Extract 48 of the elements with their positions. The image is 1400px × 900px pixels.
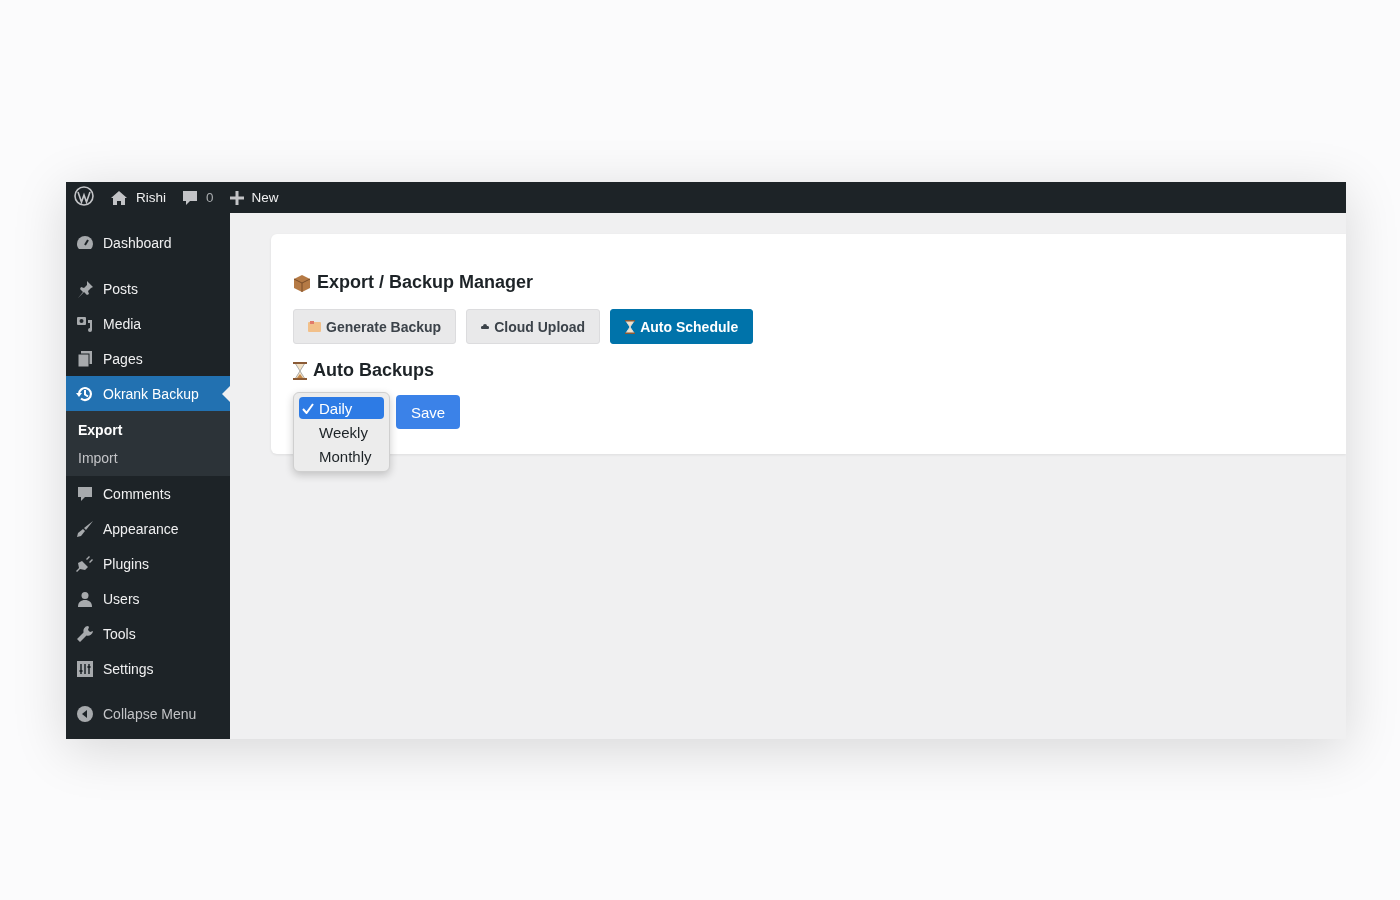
tab-button[interactable]: Generate Backup (293, 309, 457, 344)
sidebar-item[interactable]: Appearance (66, 511, 230, 546)
sidebar-item[interactable]: Dashboard (66, 225, 230, 260)
media-icon (76, 314, 94, 333)
dropdown-option[interactable]: Weekly (299, 421, 384, 443)
sidebar-item[interactable]: Settings (66, 651, 230, 686)
sidebar-item[interactable]: Okrank Backup (66, 376, 230, 411)
sliders-icon (77, 660, 93, 677)
cloud-icon (481, 324, 490, 329)
plug-icon (76, 554, 94, 573)
collapse-menu-link[interactable]: Collapse Menu (103, 706, 197, 722)
page-title: Export / Backup Manager (317, 272, 534, 293)
dropdown-option[interactable]: Daily (299, 397, 384, 419)
check-icon (302, 402, 314, 414)
sidebar-item[interactable]: Pages (66, 341, 230, 376)
hourglass-icon (293, 361, 307, 380)
sidebar-item[interactable]: Tools (66, 616, 230, 651)
wrench-icon (76, 624, 94, 643)
comment-icon (182, 189, 198, 206)
pin-icon (76, 279, 94, 298)
tab-button[interactable]: Auto Schedule (610, 309, 754, 344)
sidebar-item[interactable]: Media (66, 306, 230, 341)
home-icon (110, 189, 128, 206)
history-icon (76, 384, 94, 403)
sidebar-item[interactable]: Plugins (66, 546, 230, 581)
save-button[interactable]: Save (396, 395, 461, 429)
user-icon (77, 590, 93, 607)
comment-count[interactable]: 0 (206, 190, 214, 205)
tab-button[interactable]: Cloud Upload (466, 309, 601, 344)
dropdown-option[interactable]: Monthly (299, 445, 384, 467)
package-icon (293, 273, 311, 292)
collapse-icon (76, 705, 94, 723)
plus-icon (229, 190, 244, 205)
comment-icon (77, 485, 93, 502)
submenu-item[interactable]: Export (66, 416, 230, 444)
pages-icon (77, 349, 93, 368)
sidebar-item[interactable]: Users (66, 581, 230, 616)
admin-bar-link[interactable]: Rishi (136, 190, 166, 205)
sidebar-item[interactable]: Comments (66, 476, 230, 511)
section-title: Auto Backups (313, 360, 435, 381)
brush-icon (76, 519, 94, 538)
wordpress-logo-icon[interactable] (74, 186, 94, 206)
sidebar-item[interactable]: Posts (66, 271, 230, 306)
gauge-icon (76, 234, 94, 251)
folder-icon (308, 321, 321, 332)
submenu-item[interactable]: Import (66, 444, 230, 472)
admin-bar-link[interactable]: New (251, 190, 279, 205)
hourglass-icon (625, 319, 636, 334)
